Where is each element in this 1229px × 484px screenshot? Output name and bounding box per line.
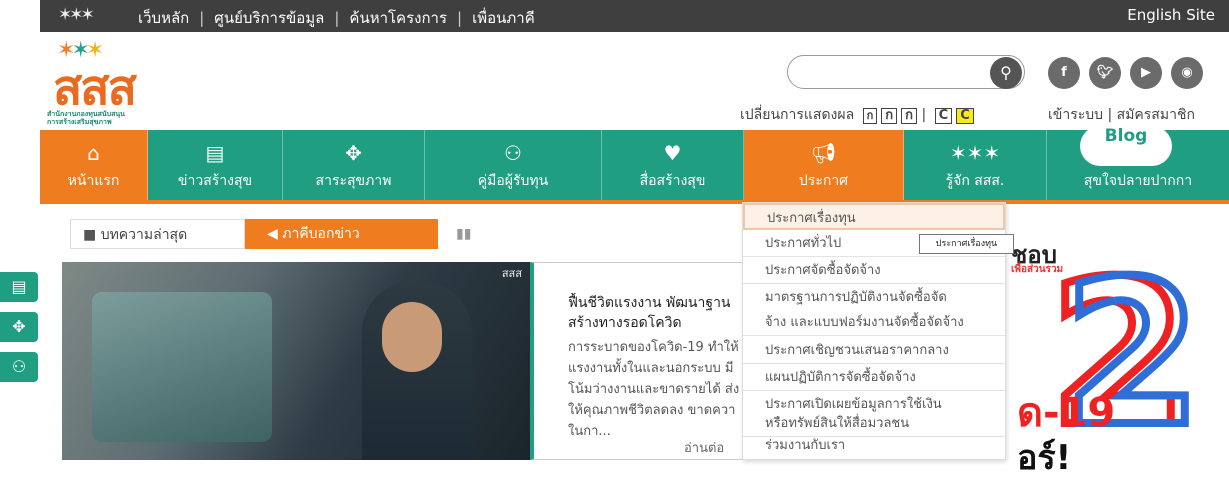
megaphone-icon: 📢︎ — [810, 141, 837, 165]
news-title[interactable]: ฟื้นชีวิตแรงงาน พัฒนาฐาน สร้างทางรอดโควิด — [568, 293, 748, 333]
nav-item-grantee-guide[interactable]: ⚇ คู่มือผู้รับทุน — [425, 130, 602, 200]
content-tabs: ■ บทความล่าสุด ◀ ภาคีบอกข่าว ▮▮ — [70, 219, 480, 249]
rss-icon[interactable]: ◉ — [1171, 57, 1203, 89]
tooltip: ประกาศเรื่องทุน — [919, 234, 1014, 254]
main-nav: ⌂ หน้าแรก ▤ ข่าวสร้างสุข ✥ สาระสุขภาพ ⚇ คู่ม… — [40, 130, 1229, 200]
megaphone-icon: ◀ — [267, 226, 283, 242]
top-link-partners[interactable]: เพื่อนภาคี — [472, 6, 535, 30]
search-icon[interactable]: ⚲ — [990, 57, 1022, 89]
facebook-icon[interactable]: f — [1048, 57, 1080, 89]
nav-item-home[interactable]: ⌂ หน้าแรก — [40, 130, 148, 200]
nav-item-about[interactable]: ✶✶✶ รู้จัก สสส. — [904, 130, 1047, 200]
dropdown-item-grant[interactable]: ประกาศเรื่องทุน — [743, 203, 1005, 230]
site-logo[interactable]: ✶✶✶ สสส สำนักงานกองทุนสนับสนุน การสร้างเส… — [47, 38, 172, 128]
photo-machine — [92, 292, 272, 442]
font-size-large-button[interactable]: ก — [901, 108, 918, 124]
dropdown-item-price-invitation[interactable]: ประกาศเชิญชวนเสนอราคากลาง — [743, 337, 1005, 364]
nav-item-health[interactable]: ✥ สาระสุขภาพ — [283, 130, 425, 200]
logo-stars-icon: ✶✶✶ — [949, 141, 1001, 165]
dropdown-item-procurement-standard[interactable]: มาตรฐานการปฏิบัติงานจัดซื้อจัด — [743, 284, 1005, 311]
home-icon: ⌂ — [87, 141, 100, 165]
nav-item-media[interactable]: ♥ สื่อสร้างสุข — [602, 130, 744, 200]
dropdown-item-procurement-standard-cont[interactable]: จ้าง และแบบฟอร์มงานจัดซื้อจัดจ้าง — [743, 309, 1005, 336]
display-settings: เปลี่ยนการแสดงผล กกก | CC — [740, 104, 974, 126]
book-icon[interactable]: ✥ — [0, 312, 38, 342]
tab-latest-articles[interactable]: ■ บทความล่าสุด — [70, 219, 245, 249]
contrast-normal-button[interactable]: C — [934, 108, 953, 124]
dropdown-item-careers[interactable]: ร่วมงานกับเรา — [743, 432, 1005, 459]
banner-cta: อร์! — [1017, 438, 1072, 478]
users-icon: ⚇ — [504, 141, 522, 165]
divider: | — [921, 107, 931, 123]
divider: | — [334, 9, 340, 27]
youtube-icon[interactable]: ▶ — [1130, 57, 1162, 89]
top-links: เว็บหลัก | ศูนย์บริการข้อมูล | ค้นหาโครงการ |… — [138, 6, 535, 30]
header: ✶✶✶ สสส สำนักงานกองทุนสนับสนุน การสร้างเส… — [0, 32, 1229, 130]
users-icon[interactable]: ⚇ — [0, 352, 38, 382]
dropdown-item-procurement-plan[interactable]: แผนปฏิบัติการจัดซื้อจัดจ้าง — [743, 364, 1005, 391]
news-photo[interactable]: สสส — [62, 262, 530, 460]
logo-stars-icon: ✶✶✶ — [58, 5, 95, 25]
top-link-info-center[interactable]: ศูนย์บริการข้อมูล — [214, 6, 324, 30]
top-link-main[interactable]: เว็บหลัก — [138, 6, 189, 30]
english-site-link[interactable]: English Site — [1127, 6, 1215, 24]
login-register-link[interactable]: เข้าระบบ | สมัครสมาชิก — [1048, 104, 1195, 126]
top-link-search-project[interactable]: ค้นหาโครงการ — [349, 6, 447, 30]
blog-bubble[interactable]: Blog — [1080, 126, 1172, 166]
document-icon: ▤ — [205, 141, 225, 165]
chat-icon: ■ — [83, 227, 101, 243]
font-size-medium-button[interactable]: ก — [881, 108, 898, 124]
news-excerpt: การระบาดของโควิด-19 ทำให้ แรงงานทั้งในและ… — [568, 340, 740, 439]
tab-partner-news[interactable]: ◀ ภาคีบอกข่าว — [245, 219, 438, 249]
photo-brand: สสส — [501, 267, 522, 280]
font-size-small-button[interactable]: ก — [862, 108, 878, 124]
nav-item-announcement[interactable]: 📢︎ ประกาศ — [744, 130, 904, 200]
nav-underline — [40, 200, 1229, 204]
news-card[interactable]: ฟื้นชีวิตแรงงาน พัฒนาฐาน สร้างทางรอดโควิด… — [530, 262, 745, 460]
book-icon: ✥ — [345, 141, 362, 165]
nav-item-news[interactable]: ▤ ข่าวสร้างสุข — [148, 130, 283, 200]
dropdown-item-procurement[interactable]: ประกาศจัดซื้อจัดจ้าง — [743, 257, 1005, 284]
divider: | — [457, 9, 463, 27]
right-banner[interactable]: ชอบ เพื่อส่วนรวม 2 2 ด-19 อร์! — [1005, 215, 1229, 478]
document-icon[interactable]: ▤ — [0, 272, 38, 302]
top-bar: ✶✶✶ เว็บหลัก | ศูนย์บริการข้อมูล | ค้นหาโครง… — [40, 0, 1229, 32]
logo-subtitle: สำนักงานกองทุนสนับสนุน การสร้างเสริมสุขภา… — [47, 110, 125, 126]
heart-icon: ♥ — [663, 141, 682, 165]
divider: | — [199, 9, 205, 27]
display-label: เปลี่ยนการแสดงผล — [740, 107, 855, 123]
contrast-high-button[interactable]: C — [956, 108, 974, 124]
photo-face — [382, 302, 442, 372]
read-more-link[interactable]: อ่านต่อ — [684, 437, 724, 458]
twitter-icon[interactable]: 🐦︎ — [1089, 57, 1121, 89]
tab-pager-icon[interactable]: ▮▮ — [456, 219, 471, 249]
